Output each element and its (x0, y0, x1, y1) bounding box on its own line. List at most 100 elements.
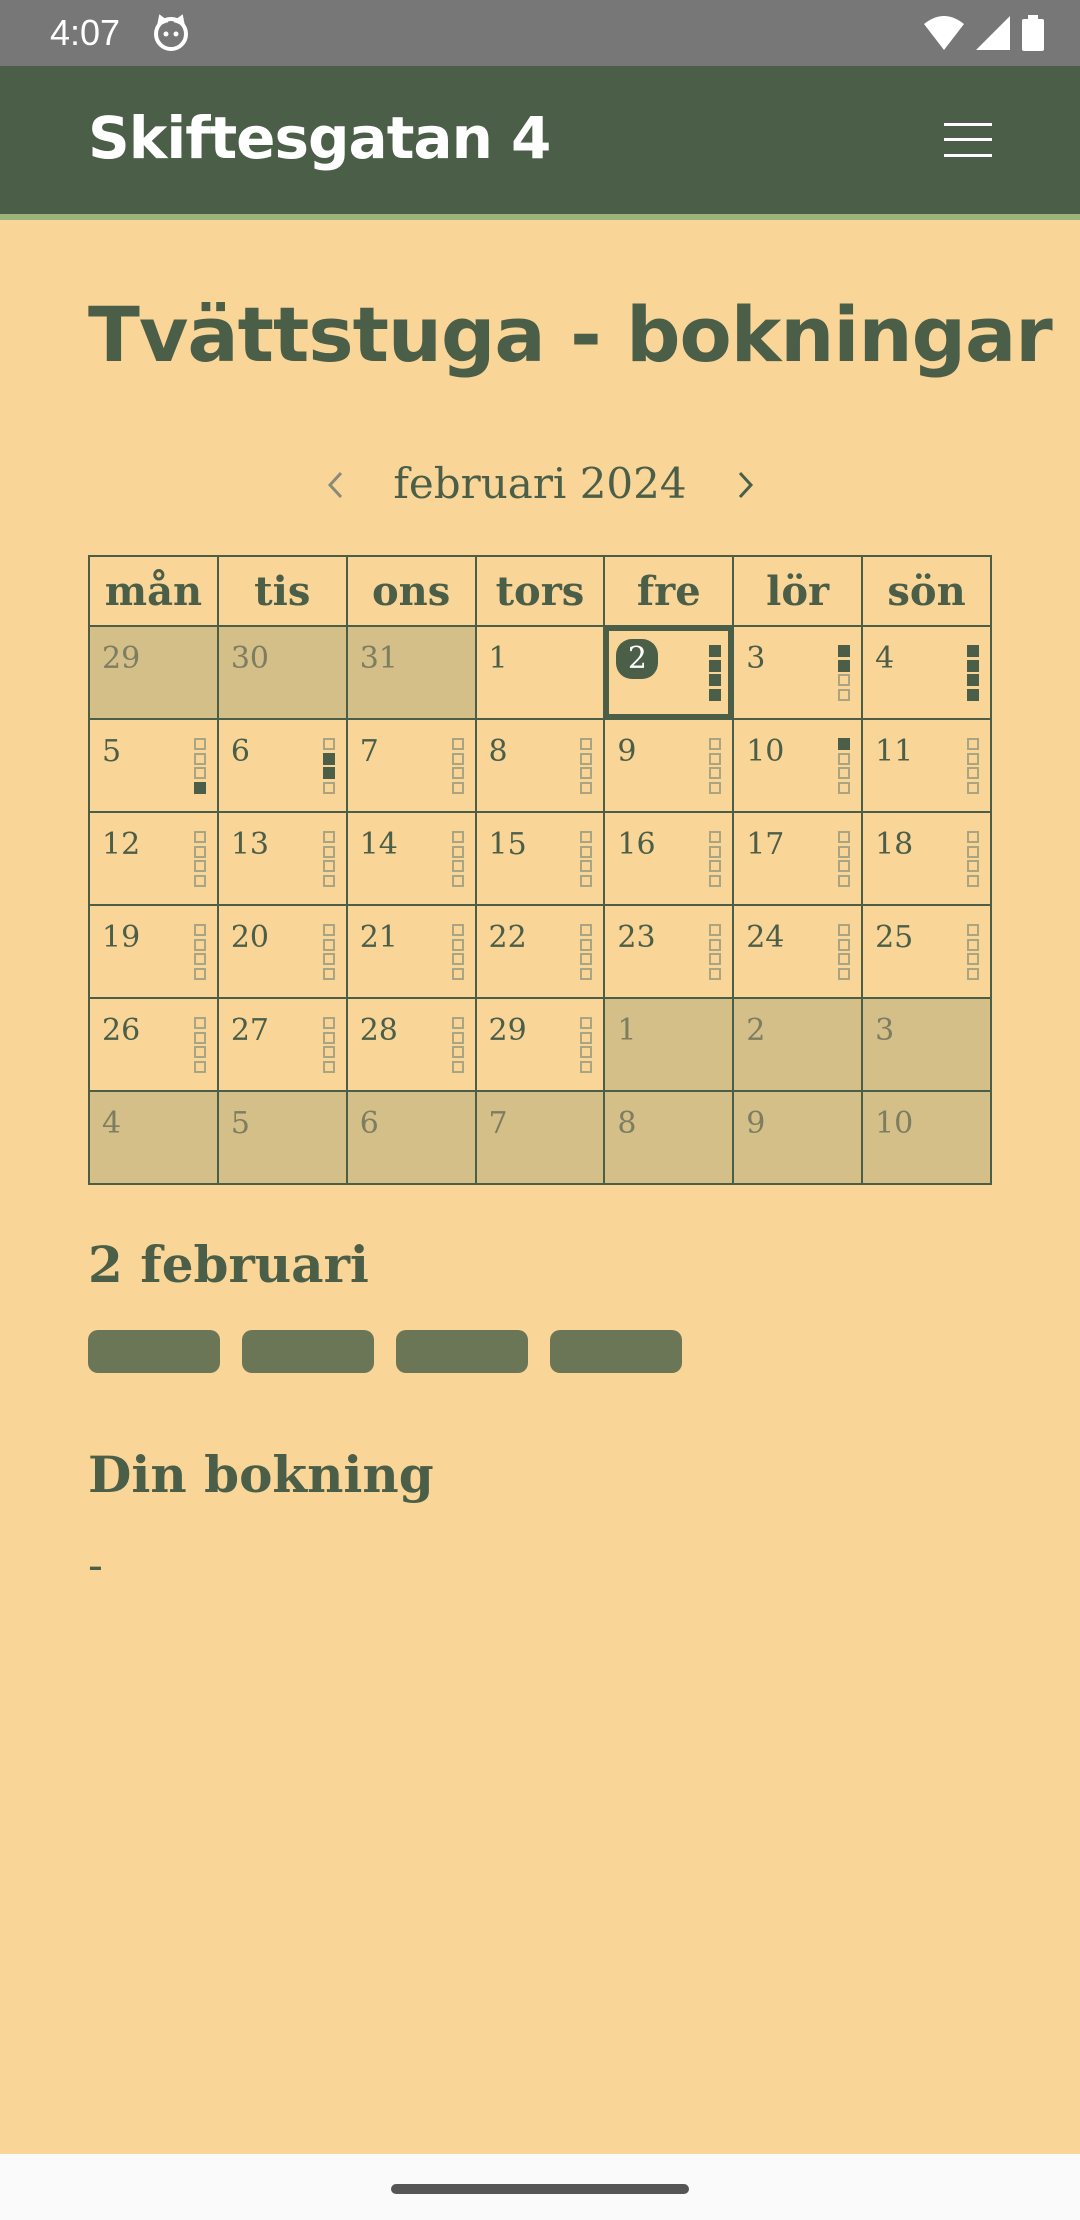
availability-indicator (967, 738, 979, 794)
free-slot-marker (967, 767, 979, 780)
availability-indicator (451, 1017, 464, 1073)
day-number: 27 (230, 1013, 270, 1048)
time-slot-button[interactable] (242, 1330, 374, 1373)
calendar-day-cell[interactable]: 9 (603, 718, 735, 813)
availability-indicator (709, 738, 722, 794)
calendar-day-cell[interactable]: 1 (603, 997, 735, 1092)
calendar-day-cell[interactable]: 7 (474, 1090, 606, 1185)
calendar-day-cell[interactable]: 28 (345, 997, 477, 1092)
free-slot-marker (580, 874, 593, 887)
chevron-right-icon[interactable] (725, 465, 765, 505)
calendar-day-cell[interactable]: 2 (603, 625, 735, 720)
calendar-day-cell[interactable]: 21 (345, 904, 477, 999)
my-booking-heading: Din bokning (88, 1445, 434, 1504)
system-navigation-bar (0, 2154, 1080, 2220)
calendar-day-cell[interactable]: 10 (861, 1090, 992, 1185)
free-slot-marker (193, 874, 206, 887)
hamburger-menu-icon[interactable] (944, 123, 992, 157)
calendar-day-cell[interactable]: 29 (474, 997, 606, 1092)
day-number: 31 (359, 641, 398, 676)
calendar-day-cell[interactable]: 15 (474, 811, 606, 906)
free-slot-marker (322, 738, 335, 750)
free-slot-marker (193, 860, 206, 873)
calendar-day-cell[interactable]: 6 (345, 1090, 477, 1185)
calendar-day-cell[interactable]: 11 (861, 718, 992, 813)
free-slot-marker (193, 831, 206, 843)
calendar-day-cell[interactable]: 27 (216, 997, 348, 1092)
calendar-day-cell[interactable]: 2 (732, 997, 864, 1092)
calendar-day-cell[interactable]: 18 (861, 811, 992, 906)
day-number: 12 (102, 827, 141, 862)
free-slot-marker (451, 781, 464, 794)
day-number: 30 (230, 641, 270, 676)
free-slot-marker (838, 781, 851, 794)
free-slot-marker (193, 1017, 206, 1029)
calendar-day-cell[interactable]: 30 (216, 625, 348, 720)
free-slot-marker (967, 938, 979, 951)
time-slot-button[interactable] (550, 1330, 682, 1373)
free-slot-marker (838, 953, 851, 966)
month-label: februari 2024 (393, 459, 687, 508)
day-number: 3 (875, 1013, 895, 1048)
calendar-day-cell[interactable]: 13 (216, 811, 348, 906)
calendar-day-cell[interactable]: 8 (603, 1090, 735, 1185)
free-slot-marker (580, 781, 593, 794)
calendar-day-cell[interactable]: 4 (861, 625, 992, 720)
booked-slot-marker (838, 645, 851, 657)
booked-slot-marker (967, 688, 979, 701)
free-slot-marker (322, 781, 335, 794)
free-slot-marker (838, 874, 851, 887)
calendar-day-cell[interactable]: 26 (88, 997, 219, 1092)
calendar-day-cell[interactable]: 29 (88, 625, 219, 720)
site-brand[interactable]: Skiftesgatan 4 (88, 104, 551, 172)
time-slot-button[interactable] (396, 1330, 528, 1373)
calendar-day-cell[interactable]: 4 (88, 1090, 219, 1185)
free-slot-marker (322, 1017, 335, 1029)
calendar-day-cell[interactable]: 17 (732, 811, 864, 906)
free-slot-marker (322, 1046, 335, 1059)
calendar-day-cell[interactable]: 5 (88, 718, 219, 813)
free-slot-marker (451, 845, 464, 858)
calendar-day-cell[interactable]: 22 (474, 904, 606, 999)
calendar-day-cell[interactable]: 8 (474, 718, 606, 813)
free-slot-marker (580, 752, 593, 765)
calendar-day-cell[interactable]: 10 (732, 718, 864, 813)
free-slot-marker (838, 688, 851, 701)
free-slot-marker (580, 967, 593, 980)
calendar-day-cell[interactable]: 9 (732, 1090, 864, 1185)
calendar-day-cell[interactable]: 3 (861, 997, 992, 1092)
day-number: 15 (488, 827, 527, 862)
calendar-day-cell[interactable]: 23 (603, 904, 735, 999)
free-slot-marker (709, 953, 722, 966)
availability-indicator (838, 831, 851, 887)
battery-icon (1022, 15, 1044, 51)
free-slot-marker (193, 938, 206, 951)
free-slot-marker (193, 953, 206, 966)
calendar-day-cell[interactable]: 16 (603, 811, 735, 906)
free-slot-marker (580, 738, 593, 750)
calendar-day-cell[interactable]: 6 (216, 718, 348, 813)
calendar-day-cell[interactable]: 31 (345, 625, 477, 720)
day-number: 5 (230, 1106, 250, 1141)
calendar-day-cell[interactable]: 5 (216, 1090, 348, 1185)
calendar-day-cell[interactable]: 24 (732, 904, 864, 999)
day-number: 18 (875, 827, 914, 862)
calendar-day-cell[interactable]: 20 (216, 904, 348, 999)
calendar-day-cell[interactable]: 14 (345, 811, 477, 906)
home-gesture-handle[interactable] (391, 2184, 689, 2194)
availability-indicator (451, 738, 464, 794)
weekday-header: tis (216, 555, 348, 627)
day-number: 26 (102, 1013, 141, 1048)
free-slot-marker (967, 781, 979, 794)
time-slot-button[interactable] (88, 1330, 220, 1373)
calendar-day-cell[interactable]: 3 (732, 625, 864, 720)
calendar-day-cell[interactable]: 25 (861, 904, 992, 999)
calendar-day-cell[interactable]: 1 (474, 625, 606, 720)
calendar-day-cell[interactable]: 7 (345, 718, 477, 813)
free-slot-marker (967, 953, 979, 966)
calendar-day-cell[interactable]: 12 (88, 811, 219, 906)
calendar-day-cell[interactable]: 19 (88, 904, 219, 999)
calendar-week-row: 29 30 31 1 2 3 4 (88, 625, 992, 720)
free-slot-marker (967, 845, 979, 858)
day-number: 5 (102, 734, 122, 769)
